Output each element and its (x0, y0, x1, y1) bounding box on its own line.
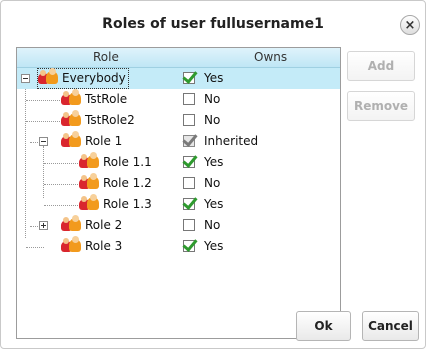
role-label-role-1-3[interactable]: Role 1.3 (79, 194, 152, 215)
role-name: Role 1.3 (103, 197, 152, 211)
owns-value: No (204, 113, 221, 127)
owns-value: No (204, 218, 221, 232)
owns-checkbox[interactable] (183, 177, 195, 189)
role-label-role-1-2[interactable]: Role 1.2 (79, 173, 152, 194)
role-group-icon (38, 68, 58, 84)
roles-tree[interactable]: Role Owns Everybody Yes TstRole No TstRo… (16, 47, 341, 339)
expand-icon[interactable] (39, 221, 48, 230)
owns-checkbox[interactable] (183, 198, 195, 210)
owns-cell[interactable]: No (183, 173, 220, 194)
owns-value: Yes (204, 239, 224, 253)
role-group-icon (79, 173, 99, 189)
owns-checkbox[interactable] (183, 156, 195, 168)
column-header-role[interactable]: Role (93, 50, 119, 64)
role-name: Role 1.1 (103, 155, 152, 169)
remove-button[interactable]: Remove (347, 91, 415, 121)
tree-row-role-1-3[interactable]: Role 1.3 Yes (17, 194, 340, 215)
tree-row-tstrole[interactable]: TstRole No (17, 89, 340, 110)
owns-checkbox[interactable] (183, 219, 195, 231)
owns-cell[interactable]: Yes (183, 152, 223, 173)
role-label-role-1-1[interactable]: Role 1.1 (79, 152, 152, 173)
ok-button[interactable]: Ok (296, 311, 351, 341)
dialog-title: Roles of user fullusername1 (102, 16, 324, 32)
role-name: Role 1 (85, 134, 123, 148)
owns-checkbox[interactable] (183, 114, 195, 126)
role-name: Everybody (62, 71, 126, 85)
owns-value: Yes (204, 197, 224, 211)
role-label-role-1[interactable]: Role 1 (61, 131, 122, 152)
owns-cell[interactable]: Yes (183, 68, 223, 89)
tree-row-role-1[interactable]: Role 1 Inherited (17, 131, 340, 152)
owns-checkbox[interactable] (183, 72, 195, 84)
role-group-icon (61, 215, 81, 231)
owns-checkbox[interactable] (183, 135, 195, 147)
add-button[interactable]: Add (347, 51, 415, 81)
tree-header: Role Owns (17, 48, 340, 68)
role-label-tstrole2[interactable]: TstRole2 (61, 110, 135, 131)
owns-value: Yes (204, 155, 224, 169)
tree-row-tstrole2[interactable]: TstRole2 No (17, 110, 340, 131)
role-group-icon (79, 152, 99, 168)
tree-row-role-1-2[interactable]: Role 1.2 No (17, 173, 340, 194)
owns-cell[interactable]: No (183, 110, 220, 131)
owns-cell[interactable]: Yes (183, 236, 223, 257)
role-label-everybody[interactable]: Everybody (37, 68, 129, 89)
role-label-role-2[interactable]: Role 2 (61, 215, 122, 236)
column-header-owns[interactable]: Owns (254, 50, 287, 64)
role-name: TstRole (85, 92, 128, 106)
owns-value: Yes (204, 71, 224, 85)
role-label-tstrole[interactable]: TstRole (61, 89, 127, 110)
collapse-icon[interactable] (21, 74, 30, 83)
role-group-icon (61, 131, 81, 147)
tree-row-role-2[interactable]: Role 2 No (17, 215, 340, 236)
owns-value: No (204, 92, 221, 106)
owns-value: No (204, 176, 221, 190)
role-group-icon (61, 110, 81, 126)
collapse-icon[interactable] (39, 137, 48, 146)
tree-row-role-1-1[interactable]: Role 1.1 Yes (17, 152, 340, 173)
tree-row-everybody[interactable]: Everybody Yes (17, 68, 340, 89)
owns-value: Inherited (204, 134, 259, 148)
role-name: Role 2 (85, 218, 123, 232)
role-group-icon (61, 89, 81, 105)
owns-cell[interactable]: Yes (183, 194, 223, 215)
role-name: Role 3 (85, 239, 123, 253)
role-group-icon (79, 194, 99, 210)
role-label-role-3[interactable]: Role 3 (61, 236, 122, 257)
owns-cell[interactable]: No (183, 89, 220, 110)
role-group-icon (61, 236, 81, 252)
owns-cell[interactable]: Inherited (183, 131, 258, 152)
role-name: Role 1.2 (103, 176, 152, 190)
owns-cell[interactable]: No (183, 215, 220, 236)
tree-row-role-3[interactable]: Role 3 Yes (17, 236, 340, 257)
role-name: TstRole2 (85, 113, 135, 127)
cancel-button[interactable]: Cancel (362, 311, 419, 341)
owns-checkbox[interactable] (183, 240, 195, 252)
roles-dialog: Roles of user fullusername1 × Role Owns … (0, 0, 426, 349)
close-button[interactable]: × (400, 15, 420, 35)
owns-checkbox[interactable] (183, 93, 195, 105)
